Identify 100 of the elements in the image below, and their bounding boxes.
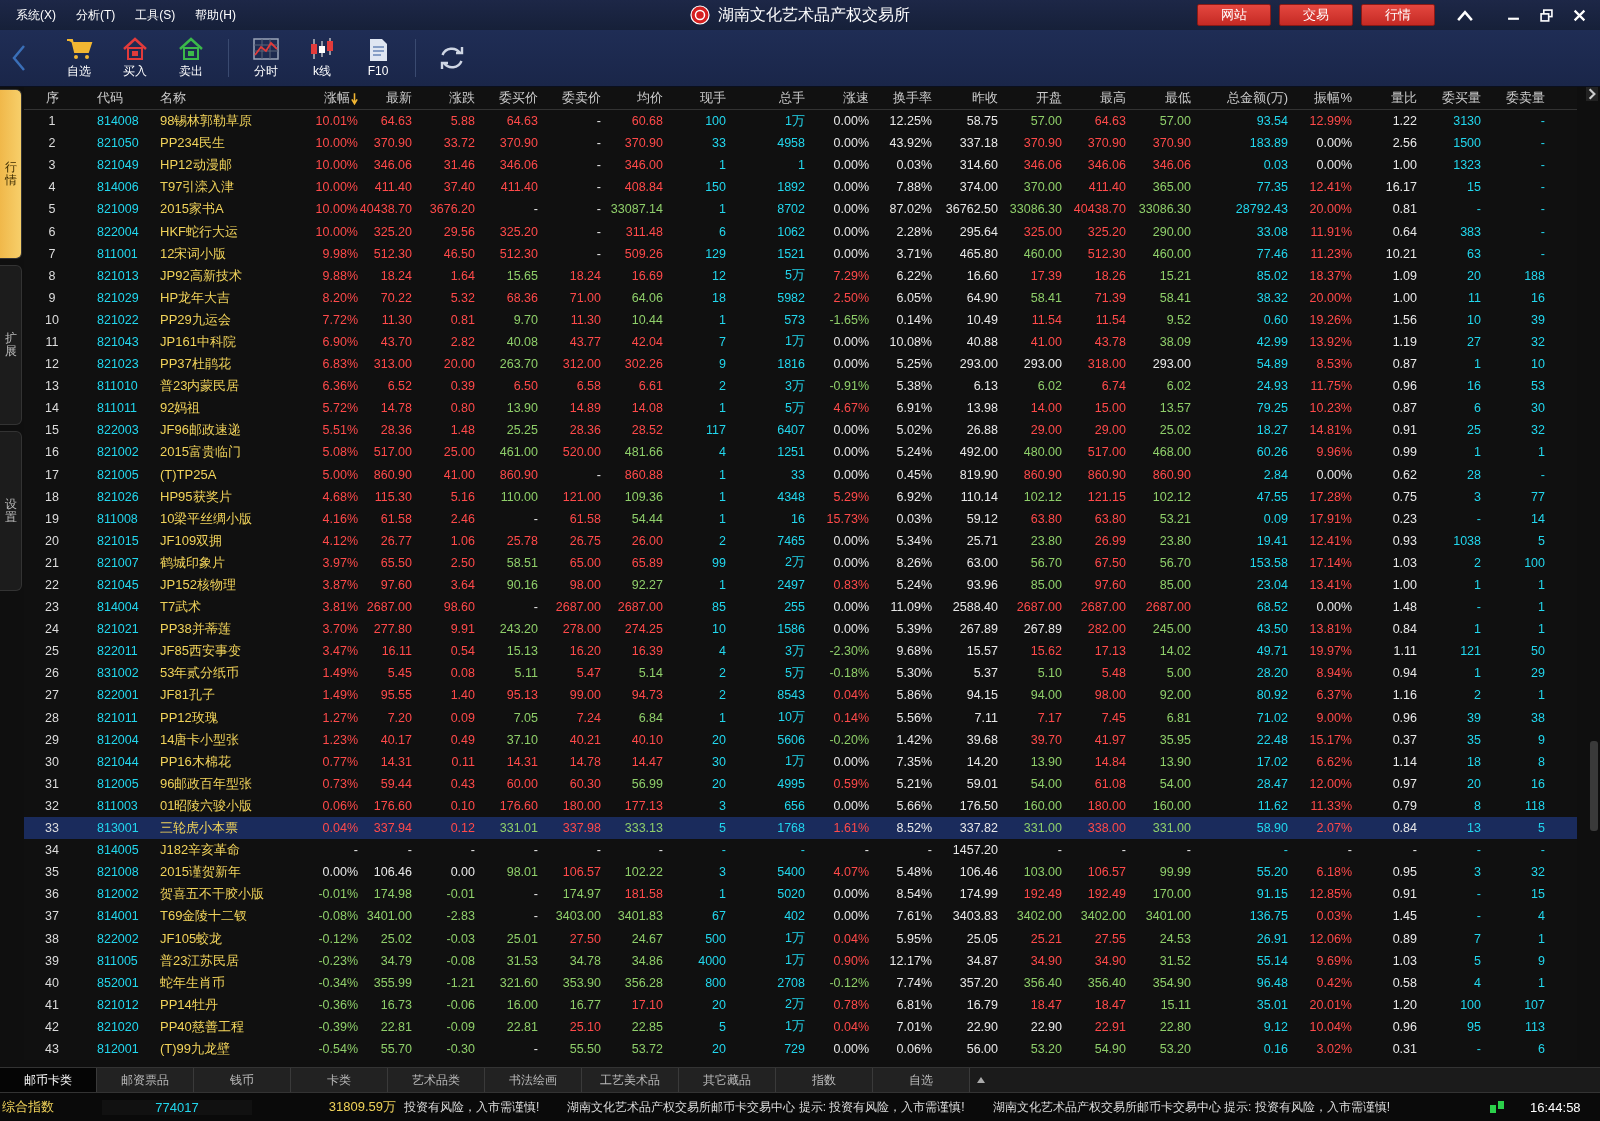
- column-header[interactable]: 最新: [358, 89, 412, 107]
- table-cell-text: 2687.00: [1144, 600, 1191, 615]
- table-cell-text: 10.00%: [314, 202, 358, 217]
- table-cell-text: -0.08%: [317, 909, 358, 924]
- table-cell-text: 0.83%: [832, 578, 869, 592]
- column-header[interactable]: 涨跌: [412, 89, 475, 107]
- table-cell-text: 338.00: [1086, 821, 1126, 836]
- column-header[interactable]: 换手率: [869, 89, 932, 107]
- connection-icon: [1490, 1101, 1504, 1113]
- scroll-right-icon[interactable]: [1586, 87, 1598, 101]
- column-header[interactable]: 代码: [80, 89, 156, 107]
- table-cell-text: -: [595, 202, 601, 217]
- category-tab[interactable]: 邮币卡类: [0, 1068, 97, 1092]
- table-cell-text: 27.55: [1093, 931, 1126, 946]
- menu-item[interactable]: 系统(X): [8, 4, 64, 26]
- column-header[interactable]: 涨速: [805, 89, 869, 107]
- refresh-icon[interactable]: [438, 44, 466, 72]
- table-cell-text: 800: [704, 975, 726, 990]
- table-cell-text: 813001: [96, 821, 140, 836]
- nav-button[interactable]: 交易: [1279, 4, 1353, 26]
- menu-item[interactable]: 分析(T): [68, 4, 124, 26]
- table-cell-text: 7.05: [512, 710, 538, 725]
- category-tab[interactable]: 工艺美术品: [582, 1068, 679, 1092]
- toolbar-button[interactable]: F10: [353, 33, 403, 83]
- nav-button[interactable]: 网站: [1197, 4, 1271, 26]
- category-tab[interactable]: 钱币: [194, 1068, 291, 1092]
- column-header[interactable]: 总手: [726, 89, 805, 107]
- table-cell-text: 0.81: [1391, 202, 1417, 217]
- table-cell-text: 10.00%: [314, 158, 358, 173]
- column-header[interactable]: 总金额(万): [1191, 89, 1288, 107]
- column-header[interactable]: 振幅%: [1288, 89, 1352, 107]
- column-header[interactable]: 最低: [1126, 89, 1191, 107]
- category-tab[interactable]: 卡类: [291, 1068, 388, 1092]
- table-cell-text: 1.03: [1391, 953, 1417, 968]
- column-header[interactable]: 涨幅: [306, 89, 358, 107]
- menu-item[interactable]: 工具(S): [127, 4, 184, 26]
- table-cell-text: 100: [1523, 555, 1545, 570]
- collapse-icon[interactable]: [1457, 8, 1473, 22]
- table-cell-text: 2万: [784, 996, 805, 1014]
- table-row[interactable]: 33 813001 三轮虎小本票 0.04% 337.94 0.12 331.01 337.98 333.13 5 1768 1.61% 8.52% 337.82 331.00 338.00 331.00 58.90 2.07% 0.84 13 5: [24, 817, 1577, 840]
- table-cell-text: 40: [44, 975, 60, 990]
- column-header[interactable]: 名称: [156, 89, 306, 107]
- table-cell-text: 10: [1530, 357, 1545, 372]
- table-cell-text: 117: [705, 423, 726, 438]
- toolbar-button[interactable]: 自选: [54, 33, 104, 83]
- table-cell-text: 23.04: [1255, 578, 1288, 592]
- table-cell-text: 18.37%: [1308, 268, 1352, 283]
- table-cell-text: 5.14: [637, 666, 663, 681]
- table-cell-text: 11.30: [569, 312, 601, 327]
- column-header[interactable]: 最高: [1062, 89, 1126, 107]
- toolbar-button[interactable]: 买入: [110, 33, 160, 83]
- restore-icon[interactable]: [1540, 8, 1553, 22]
- column-header[interactable]: 昨收: [932, 89, 998, 107]
- close-icon[interactable]: [1573, 8, 1586, 22]
- table-cell-text: 63.80: [1029, 511, 1062, 526]
- table-cell-text: 460.00: [1022, 246, 1062, 261]
- table-cell-text: 2687.00: [1015, 600, 1062, 615]
- table-cell-text: 普23江苏民居: [159, 951, 241, 970]
- table-cell-text: 5.72%: [321, 401, 358, 416]
- table-cell-text: 5.51%: [321, 423, 358, 438]
- category-tab[interactable]: 其它藏品: [679, 1068, 776, 1092]
- table-cell-text: 93.54: [1255, 114, 1288, 129]
- category-tab[interactable]: 邮资票品: [97, 1068, 194, 1092]
- toolbar-button[interactable]: k线: [297, 33, 347, 83]
- menu-item[interactable]: 帮助(H): [187, 4, 244, 26]
- table-cell-text: 353.90: [561, 975, 601, 990]
- side-tab[interactable]: 设置: [0, 431, 22, 591]
- side-tab[interactable]: 行情: [0, 89, 22, 259]
- table-cell-text: 1: [1473, 622, 1481, 637]
- category-tab[interactable]: 艺术品类: [388, 1068, 485, 1092]
- table-cell-text: PP29九运会: [159, 310, 232, 329]
- table-cell-text: 10.00%: [314, 136, 358, 151]
- toolbar-button[interactable]: 分时: [241, 33, 291, 83]
- scroll-thumb[interactable]: [1590, 741, 1598, 831]
- expand-up-icon[interactable]: [976, 1075, 986, 1085]
- table-cell-text: 263.70: [498, 357, 538, 372]
- column-header[interactable]: 委买价: [475, 89, 538, 107]
- column-header[interactable]: 现手: [663, 89, 726, 107]
- table-cell-text: 356.28: [623, 975, 663, 990]
- side-tab[interactable]: 扩展: [0, 265, 22, 425]
- table-cell-text: 11.09%: [889, 600, 932, 615]
- table-cell-text: 1: [718, 202, 726, 217]
- column-header[interactable]: 量比: [1352, 89, 1417, 107]
- toolbar-button[interactable]: 卖出: [166, 33, 216, 83]
- table-cell-text: 0.58: [1391, 975, 1417, 990]
- column-header[interactable]: 委卖价: [538, 89, 601, 107]
- table-cell-text: 26.00: [630, 533, 663, 548]
- table-cell-text: 53.72: [630, 1042, 663, 1056]
- column-header[interactable]: 开盘: [998, 89, 1062, 107]
- nav-button[interactable]: 行情: [1361, 4, 1435, 26]
- category-tab[interactable]: 书法绘画: [485, 1068, 582, 1092]
- table-cell-text: 13.98: [965, 401, 998, 416]
- column-header[interactable]: 委卖量: [1481, 89, 1545, 107]
- table-cell-text: 3.87%: [321, 578, 358, 592]
- column-header[interactable]: 委买量: [1417, 89, 1481, 107]
- table-cell-text: 468.00: [1151, 445, 1191, 460]
- column-header[interactable]: 均价: [601, 89, 663, 107]
- category-tab[interactable]: 指数: [776, 1068, 873, 1092]
- column-header[interactable]: 序: [24, 89, 80, 107]
- category-tab[interactable]: 自选: [873, 1068, 970, 1092]
